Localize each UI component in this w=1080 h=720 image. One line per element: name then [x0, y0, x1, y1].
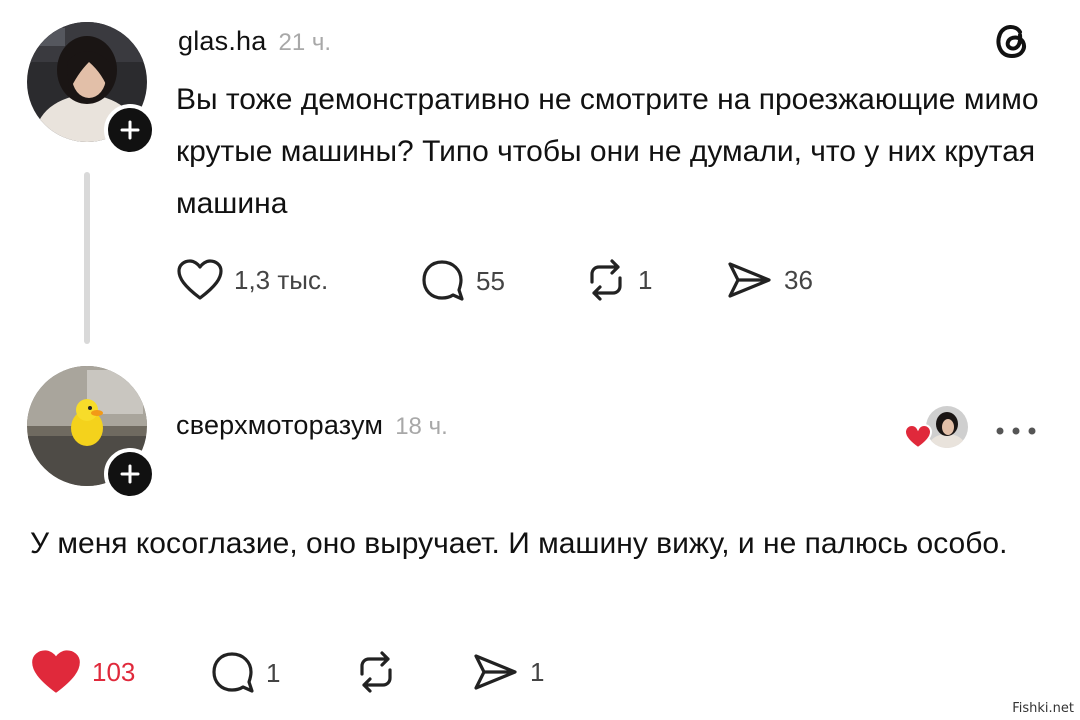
thread-line	[84, 172, 90, 344]
username[interactable]: glas.ha	[178, 26, 266, 57]
heart-icon	[177, 259, 223, 300]
reply-text: У меня косоглазие, оно выручает. И машин…	[30, 527, 1008, 560]
repost-button[interactable]: 1	[584, 258, 652, 302]
like-button[interactable]: 103	[30, 648, 135, 696]
follow-button[interactable]	[104, 448, 156, 500]
heart-filled-icon	[903, 423, 933, 455]
threads-logo-icon[interactable]	[990, 18, 1034, 67]
share-button[interactable]: 36	[724, 258, 813, 302]
watermark: Fishki.net	[1012, 701, 1074, 716]
comment-count: 55	[476, 265, 505, 296]
follow-button[interactable]	[104, 104, 156, 156]
username[interactable]: сверхмоторазум	[176, 410, 383, 441]
like-count: 103	[92, 656, 136, 687]
post-header: glas.ha 21 ч.	[178, 26, 331, 57]
comment-button[interactable]: 55	[420, 258, 505, 304]
share-count: 36	[784, 264, 813, 295]
share-button[interactable]: 1	[470, 650, 544, 694]
repost-icon	[590, 259, 622, 301]
heart-filled-icon	[32, 650, 80, 693]
share-icon	[728, 262, 771, 298]
reply-header: сверхмоторазум 18 ч.	[176, 410, 448, 441]
repost-icon	[360, 651, 392, 693]
author-liked-avatar	[926, 406, 968, 448]
like-button[interactable]: 1,3 тыс.	[176, 258, 328, 302]
comment-count: 1	[266, 657, 281, 688]
share-count: 1	[530, 656, 545, 687]
post-text: Вы тоже демонстративно не смотрите на пр…	[176, 83, 1039, 220]
comment-button[interactable]: 1	[210, 650, 280, 696]
timestamp: 21 ч.	[278, 29, 332, 56]
repost-button[interactable]	[354, 650, 408, 694]
timestamp: 18 ч.	[395, 413, 448, 440]
share-icon	[474, 654, 517, 690]
plus-icon	[120, 464, 140, 484]
repost-count: 1	[638, 264, 653, 295]
comment-icon	[422, 260, 464, 301]
more-icon[interactable]	[994, 424, 1038, 442]
plus-icon	[120, 120, 140, 140]
like-count: 1,3 тыс.	[234, 264, 329, 295]
comment-icon	[212, 652, 254, 693]
